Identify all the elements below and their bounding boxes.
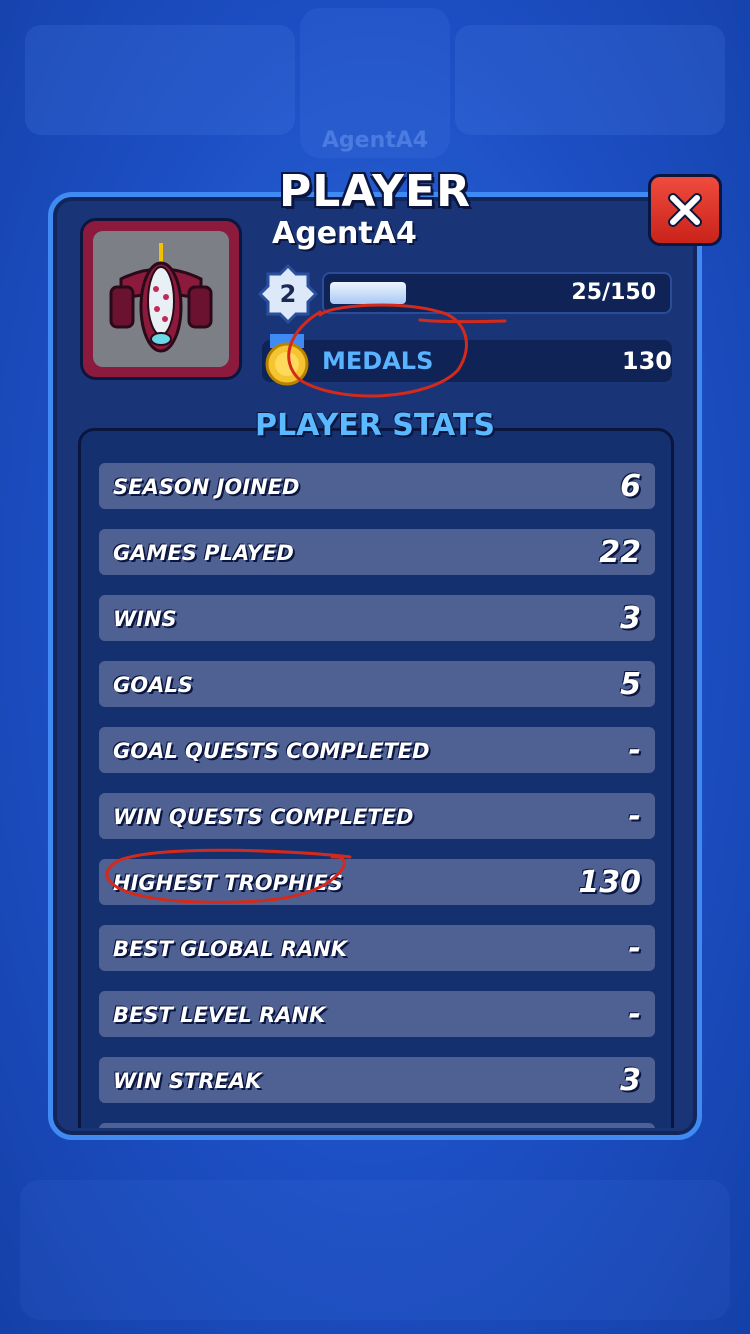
player-stats-title: PLAYER STATS (255, 408, 495, 443)
stat-row: BEST LEVEL RANK - (99, 991, 655, 1037)
stat-label: BEST LEVEL RANK (113, 1003, 326, 1027)
stat-label: BEST GLOBAL RANK (113, 937, 348, 961)
medals-value: 130 (621, 347, 672, 375)
stat-value: - (628, 997, 641, 1032)
xp-progress-bar: 25/150 (322, 272, 672, 314)
player-stats-list[interactable]: SEASON JOINED 6 GAMES PLAYED 22 WINS 3 GOALS 5 G… (78, 428, 674, 1128)
stat-row: WINS 3 (99, 595, 655, 641)
stat-label: WINS (113, 607, 177, 631)
stat-value: 130 (578, 865, 641, 900)
xp-progress-text: 25/150 (571, 280, 656, 305)
stat-label: WIN STREAK (113, 1069, 262, 1093)
stat-label: SEASON JOINED (113, 475, 300, 499)
background-bottom-nav (20, 1180, 730, 1320)
stat-row: GOAL QUESTS COMPLETED - (99, 727, 655, 773)
stat-value: 6 (620, 469, 641, 504)
dialog-title: PLAYER (279, 166, 471, 217)
xp-progress-fill (330, 282, 406, 304)
level-number: 2 (279, 280, 297, 308)
background-profile-name: AgentA4 (321, 128, 429, 153)
medal-icon (264, 334, 310, 386)
close-button[interactable] (648, 174, 722, 246)
stat-row: BEST GLOBAL RANK - (99, 925, 655, 971)
stat-label: GOALS (113, 673, 193, 697)
stat-value: - (628, 733, 641, 768)
stat-row: GAMES PLAYED 22 (99, 529, 655, 575)
stat-label: GOAL QUESTS COMPLETED (113, 739, 430, 763)
stat-label: GAMES PLAYED (113, 541, 294, 565)
stat-value: - (628, 799, 641, 834)
stat-row: WIN STREAK 3 (99, 1057, 655, 1103)
background-top-bar-right (455, 25, 725, 135)
player-name: AgentA4 (272, 216, 417, 251)
medals-label: MEDALS (322, 347, 434, 375)
stat-label: WIN QUESTS COMPLETED (113, 805, 414, 829)
close-x-icon (668, 193, 702, 227)
stat-value: 5 (620, 667, 641, 702)
stat-value: 3 (620, 1063, 641, 1098)
level-badge: 2 (257, 263, 319, 325)
stat-value: 22 (599, 535, 641, 570)
stat-row: GOALS 5 (99, 661, 655, 707)
player-avatar (80, 218, 242, 380)
spaceship-avatar-icon (109, 243, 213, 353)
stat-row: SEASON JOINED 6 (99, 463, 655, 509)
stat-row: WIN QUESTS COMPLETED - (99, 793, 655, 839)
background-top-bar-left (25, 25, 295, 135)
stat-row: HIGHEST TROPHIES 130 (99, 859, 655, 905)
stat-label: HIGHEST TROPHIES (113, 871, 343, 895)
stat-value: 3 (620, 601, 641, 636)
stat-value: - (628, 931, 641, 966)
stat-row-partial (99, 1123, 655, 1128)
